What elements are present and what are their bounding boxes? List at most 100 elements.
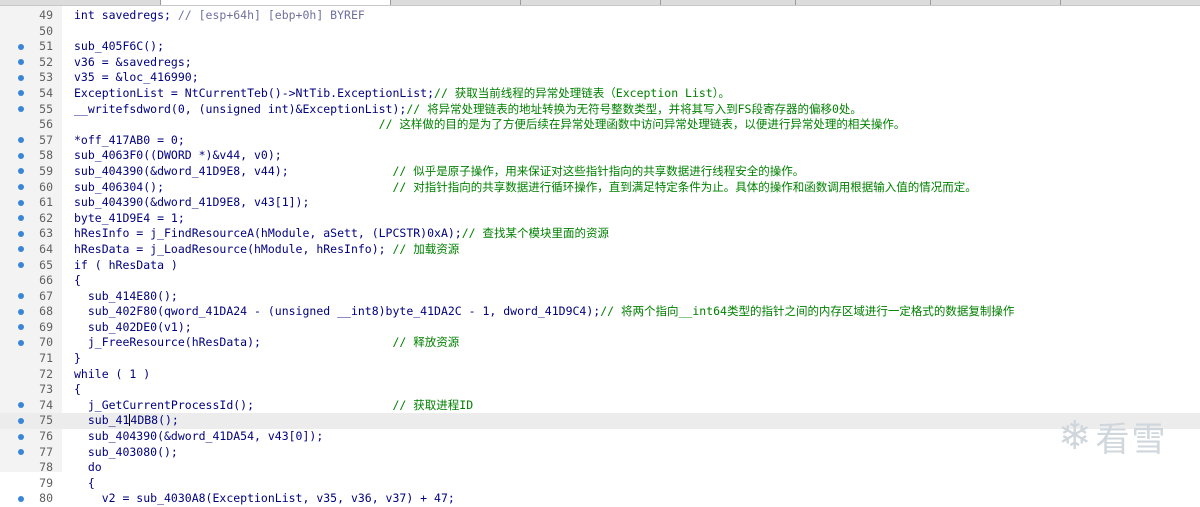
- breakpoint-dot-icon[interactable]: [18, 495, 24, 502]
- breakpoint-dot-icon[interactable]: [18, 339, 24, 346]
- breakpoint-dot-icon[interactable]: [18, 90, 24, 97]
- watermark-text: 看雪: [1095, 419, 1168, 460]
- breakpoint-dot-icon[interactable]: [18, 433, 24, 440]
- code-text[interactable]: // 这样做的目的是为了方便后续在异常处理函数中访问异常处理链表，以便进行异常处…: [74, 117, 906, 133]
- breakpoint-dot-icon[interactable]: [18, 402, 24, 409]
- line-number: 67: [39, 288, 53, 303]
- code-text[interactable]: while ( 1 ): [74, 367, 150, 383]
- code-token: {: [74, 475, 95, 490]
- code-text[interactable]: {: [74, 273, 81, 289]
- code-text[interactable]: sub_402F80(qword_41DA24 - (unsigned __in…: [74, 304, 1015, 320]
- code-token: sub_404390(&dword_41D9E8, v44);: [74, 163, 393, 178]
- code-text[interactable]: }: [74, 351, 81, 367]
- breakpoint-dot-icon[interactable]: [18, 417, 24, 424]
- code-text[interactable]: sub_403080();: [74, 445, 178, 461]
- code-text[interactable]: v36 = &savedregs;: [74, 55, 192, 71]
- code-text[interactable]: v2 = sub_4030A8(ExceptionList, v35, v36,…: [74, 491, 455, 507]
- line-number: 80: [39, 491, 53, 506]
- code-text[interactable]: __writefsdword(0, (unsigned int)&Excepti…: [74, 102, 862, 118]
- code-line[interactable]: 54 ExceptionList = NtCurrentTeb()->NtTib.…: [0, 86, 1200, 102]
- code-text[interactable]: sub_402DE0(v1);: [74, 320, 192, 336]
- code-line[interactable]: 61 sub_404390(&dword_41D9E8, v43[1]);: [0, 195, 1200, 211]
- code-text[interactable]: sub_414DB8();: [74, 413, 179, 429]
- code-line[interactable]: 58 sub_4063F0((DWORD *)&v44, v0);: [0, 148, 1200, 164]
- code-text[interactable]: do: [74, 460, 102, 476]
- code-text[interactable]: if ( hResData ): [74, 258, 178, 274]
- breakpoint-dot-icon[interactable]: [18, 230, 24, 237]
- code-line[interactable]: 60 sub_406304(); // 对指针指向的共享数据进行循环操作，直到满足…: [0, 180, 1200, 196]
- code-text[interactable]: hResInfo = j_FindResourceA(hModule, aSet…: [74, 226, 609, 242]
- code-line[interactable]: 69 sub_402DE0(v1);: [0, 320, 1200, 336]
- code-text[interactable]: v35 = &loc_416990;: [74, 70, 199, 86]
- breakpoint-dot-icon[interactable]: [18, 215, 24, 222]
- code-text[interactable]: int savedregs; // [esp+64h] [ebp+0h] BYR…: [74, 8, 365, 24]
- code-line[interactable]: 57 *off_417AB0 = 0;: [0, 133, 1200, 149]
- code-token: if ( hResData ): [74, 257, 178, 272]
- code-text[interactable]: {: [74, 476, 95, 492]
- breakpoint-dot-icon[interactable]: [18, 293, 24, 300]
- code-line[interactable]: 73 {: [0, 382, 1200, 398]
- code-line[interactable]: 68 sub_402F80(qword_41DA24 - (unsigned _…: [0, 304, 1200, 320]
- code-line[interactable]: 50: [0, 24, 1200, 40]
- breakpoint-dot-icon[interactable]: [18, 106, 24, 113]
- code-line[interactable]: 62 byte_41D9E4 = 1;: [0, 211, 1200, 227]
- code-line[interactable]: 78 do: [0, 460, 1200, 476]
- code-line[interactable]: 72 while ( 1 ): [0, 367, 1200, 383]
- code-text[interactable]: sub_414E80();: [74, 289, 178, 305]
- code-line[interactable]: 53 v35 = &loc_416990;: [0, 70, 1200, 86]
- breakpoint-dot-icon[interactable]: [18, 74, 24, 81]
- breakpoint-dot-icon[interactable]: [18, 137, 24, 144]
- code-line[interactable]: 66 {: [0, 273, 1200, 289]
- code-line[interactable]: 49 int savedregs; // [esp+64h] [ebp+0h] B…: [0, 8, 1200, 24]
- code-text[interactable]: byte_41D9E4 = 1;: [74, 211, 185, 227]
- code-line[interactable]: 70 j_FreeResource(hResData); // 释放资源: [0, 335, 1200, 351]
- breakpoint-dot-icon[interactable]: [18, 43, 24, 50]
- code-line[interactable]: 52 v36 = &savedregs;: [0, 55, 1200, 71]
- code-line[interactable]: 71}: [0, 351, 1200, 367]
- code-line[interactable]: 80 v2 = sub_4030A8(ExceptionList, v35, v…: [0, 491, 1200, 507]
- code-line[interactable]: 75 sub_414DB8();: [0, 413, 1200, 430]
- code-text[interactable]: j_GetCurrentProcessId(); // 获取进程ID: [74, 398, 473, 414]
- breakpoint-dot-icon[interactable]: [18, 262, 24, 268]
- code-line[interactable]: 56 // 这样做的目的是为了方便后续在异常处理函数中访问异常处理链表，以便进行…: [0, 117, 1200, 133]
- code-text[interactable]: sub_406304(); // 对指针指向的共享数据进行循环操作，直到满足特定…: [74, 180, 977, 196]
- breakpoint-dot-icon[interactable]: [18, 59, 24, 66]
- code-text[interactable]: sub_404390(&dword_41DA54, v43[0]);: [74, 429, 323, 445]
- code-text[interactable]: *off_417AB0 = 0;: [74, 133, 185, 149]
- code-line[interactable]: 59 sub_404390(&dword_41D9E8, v44); // 似乎是…: [0, 164, 1200, 180]
- breakpoint-dot-icon[interactable]: [18, 324, 24, 331]
- line-number: 60: [39, 179, 53, 194]
- line-number: 68: [39, 304, 53, 319]
- code-line[interactable]: 74 j_GetCurrentProcessId(); // 获取进程ID: [0, 398, 1200, 414]
- code-line[interactable]: 67 sub_414E80();: [0, 289, 1200, 305]
- code-line[interactable]: 63 hResInfo = j_FindResourceA(hModule, aS…: [0, 226, 1200, 242]
- code-text[interactable]: sub_405F6C();: [74, 39, 164, 55]
- breakpoint-dot-icon[interactable]: [18, 199, 24, 206]
- breakpoint-dot-icon[interactable]: [18, 152, 24, 159]
- breakpoint-dot-icon[interactable]: [18, 308, 24, 315]
- breakpoint-dot-icon[interactable]: [18, 184, 24, 191]
- code-text[interactable]: j_FreeResource(hResData); // 释放资源: [74, 335, 459, 351]
- code-text[interactable]: sub_404390(&dword_41D9E8, v44); // 似乎是原子…: [74, 164, 804, 180]
- code-line[interactable]: 77 sub_403080();: [0, 445, 1200, 461]
- code-line[interactable]: 65 if ( hResData ): [0, 258, 1200, 274]
- code-line[interactable]: 76 sub_404390(&dword_41DA54, v43[0]);: [0, 429, 1200, 445]
- tab-active[interactable]: [160, 0, 390, 5]
- code-line[interactable]: 64 hResData = j_LoadResource(hModule, hRe…: [0, 242, 1200, 258]
- code-line[interactable]: 51 sub_405F6C();: [0, 39, 1200, 55]
- tab-strip[interactable]: [0, 0, 1200, 6]
- line-number: 56: [39, 117, 53, 132]
- breakpoint-dot-icon[interactable]: [18, 449, 24, 456]
- code-line[interactable]: 55 __writefsdword(0, (unsigned int)&Excep…: [0, 102, 1200, 118]
- code-text[interactable]: sub_404390(&dword_41D9E8, v43[1]);: [74, 195, 309, 211]
- code-line[interactable]: 79 {: [0, 476, 1200, 492]
- breakpoint-dot-icon[interactable]: [18, 246, 24, 253]
- tab-divider: [660, 0, 661, 5]
- breakpoint-dot-icon[interactable]: [18, 168, 24, 175]
- code-text[interactable]: sub_4063F0((DWORD *)&v44, v0);: [74, 148, 282, 164]
- code-comment: // 释放资源: [392, 335, 460, 350]
- pseudocode-view[interactable]: 49 int savedregs; // [esp+64h] [ebp+0h] B…: [0, 8, 1200, 507]
- code-text[interactable]: {: [74, 382, 81, 398]
- code-text[interactable]: hResData = j_LoadResource(hModule, hResI…: [74, 242, 459, 258]
- code-text[interactable]: ExceptionList = NtCurrentTeb()->NtTib.Ex…: [74, 86, 730, 102]
